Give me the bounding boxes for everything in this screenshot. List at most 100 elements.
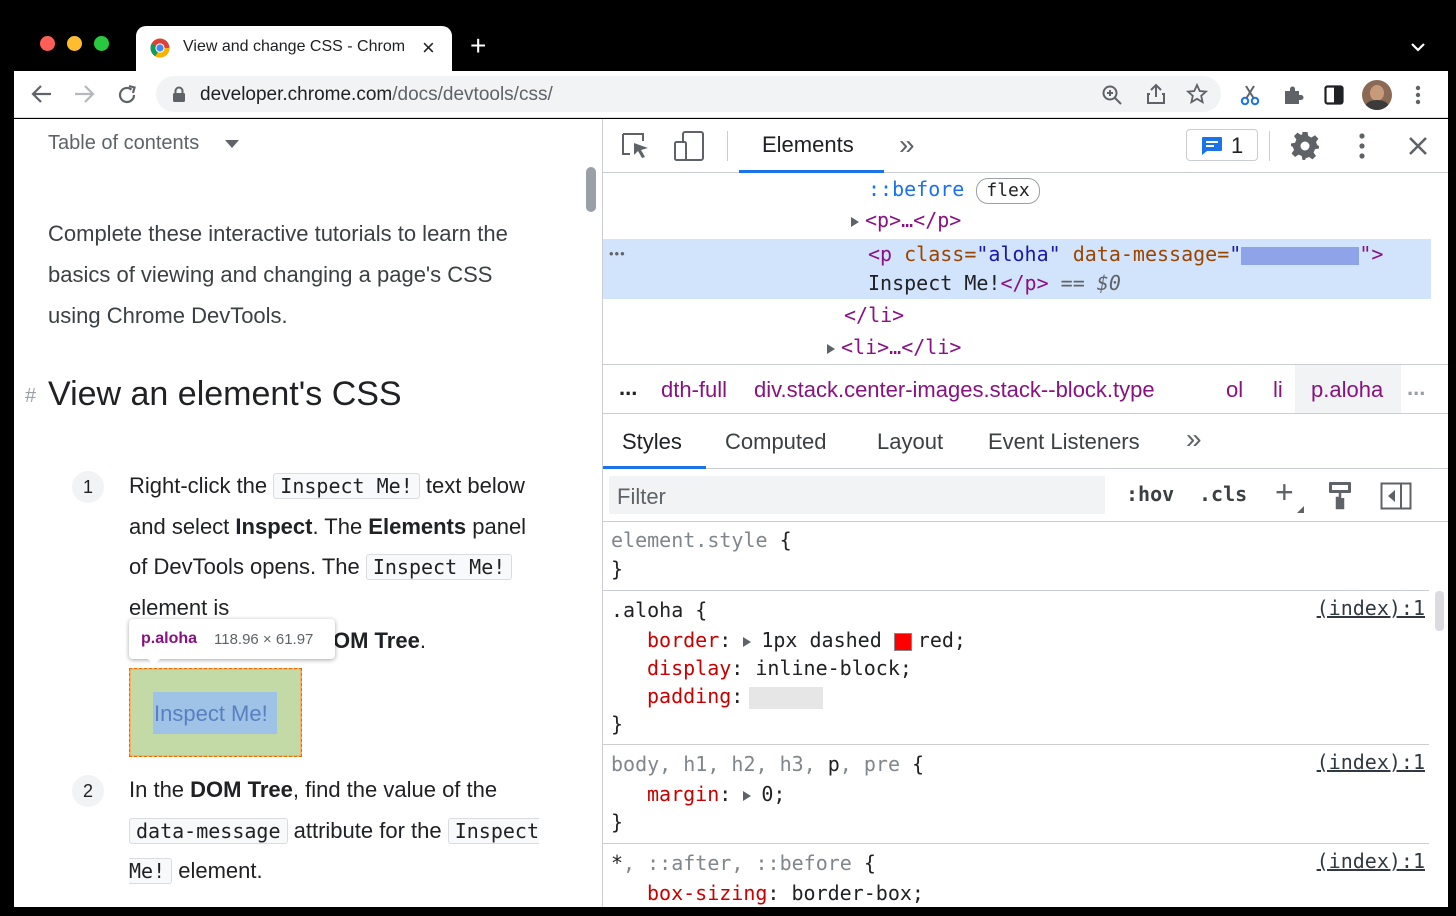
sel-open-tag: <p (868, 242, 905, 266)
node-ellipsis-icon[interactable]: ••• (609, 246, 626, 261)
step-number-1: 1 (72, 471, 104, 503)
rule-selector: element.style (611, 528, 768, 552)
rule-body-headings: body, h1, h2, h3, p, pre { (index):1 mar… (603, 746, 1429, 844)
dom-li-node[interactable]: <li>…</li> (827, 332, 961, 362)
browser-menu-icon[interactable] (1415, 84, 1421, 106)
title-bar: View and change CSS - Chrom × + (0, 0, 1456, 71)
scissors-extension-icon[interactable] (1240, 84, 1260, 106)
intro-paragraph: Complete these interactive tutorials to … (48, 221, 508, 328)
prop-value: border-box; (791, 881, 924, 905)
styles-scrollbar-thumb[interactable] (1435, 591, 1444, 631)
dom-li-close[interactable]: </li> (844, 300, 904, 330)
rule-source-link[interactable]: (index):1 (1317, 750, 1425, 774)
new-style-rule-icon[interactable]: + (1275, 474, 1294, 511)
hov-toggle[interactable]: :hov (1126, 482, 1174, 506)
paint-roller-icon[interactable] (1327, 480, 1353, 510)
device-toolbar-icon[interactable] (673, 130, 705, 162)
maximize-window-button[interactable] (94, 36, 109, 51)
dom-p-node[interactable]: <p>…</p> (851, 205, 961, 235)
reload-icon[interactable] (116, 84, 138, 106)
forward-arrow-icon[interactable] (73, 84, 95, 104)
decl-border[interactable]: border: 1px dashed red; (647, 626, 966, 654)
styles-rules-pane: element.style { } .aloha { (index):1 bor… (603, 523, 1448, 907)
tab-search-chevron-icon[interactable] (1410, 42, 1426, 52)
decl-padding[interactable]: padding: (647, 682, 824, 710)
page-scrollbar-thumb[interactable] (586, 167, 596, 212)
expand-triangle-icon[interactable] (851, 216, 859, 227)
sel-eq: == (1048, 271, 1097, 295)
breadcrumb-item[interactable]: li (1273, 377, 1283, 403)
decl-display[interactable]: display: inline-block; (647, 654, 912, 682)
decl-box-sizing[interactable]: box-sizing: border-box; (647, 879, 924, 907)
dom-before-node[interactable]: ::before flex (868, 174, 1040, 204)
tab-close-icon[interactable]: × (422, 35, 435, 61)
step-1-text: Right-click the Inspect Me! text below a… (129, 466, 549, 628)
breadcrumb-scroll-left[interactable]: ... (619, 375, 637, 401)
bookmark-star-icon[interactable] (1186, 83, 1208, 105)
prop-name: padding (647, 684, 732, 708)
rule-source-link[interactable]: (index):1 (1317, 596, 1425, 620)
expand-triangle-icon[interactable] (827, 343, 835, 354)
settings-gear-icon[interactable] (1290, 131, 1320, 161)
attr-quote-open: " (1229, 242, 1242, 266)
breadcrumb-item[interactable]: ol (1226, 377, 1243, 403)
rule-selector-match: p (827, 752, 840, 776)
subtab-event-listeners[interactable]: Event Listeners (988, 429, 1140, 455)
address-bar[interactable]: developer.chrome.com/docs/devtools/css/ (156, 76, 1221, 112)
minimize-window-button[interactable] (67, 36, 82, 51)
rule-brace-open: { (851, 851, 876, 875)
zoom-icon[interactable] (1101, 84, 1123, 106)
breadcrumb-selected[interactable]: p.aloha (1295, 365, 1401, 413)
inspect-element-icon[interactable] (621, 132, 651, 160)
side-panel-icon[interactable] (1324, 85, 1344, 105)
flex-badge[interactable]: flex (976, 178, 1040, 204)
more-tabs-icon[interactable]: » (899, 129, 915, 161)
back-arrow-icon[interactable] (31, 84, 53, 104)
table-of-contents-toggle[interactable]: Table of contents (48, 132, 239, 155)
close-window-button[interactable] (40, 36, 55, 51)
filter-placeholder: Filter (617, 484, 666, 509)
subtab-layout[interactable]: Layout (877, 429, 943, 455)
tab-elements[interactable]: Elements (739, 119, 884, 173)
profile-avatar[interactable] (1362, 80, 1392, 110)
inspect-me-element[interactable]: Inspect Me! (129, 668, 302, 757)
heading-anchor-link[interactable]: # (25, 385, 36, 408)
close-devtools-icon[interactable] (1407, 135, 1429, 157)
p-collapsed-tag: <p>…</p> (865, 208, 962, 232)
subtab-computed[interactable]: Computed (725, 429, 827, 455)
expand-triangle-icon[interactable] (743, 636, 752, 647)
element-tooltip: p.aloha 118.96 × 61.97 (129, 619, 335, 659)
rule-brace-open: { (683, 598, 708, 622)
lock-icon (173, 86, 185, 102)
prop-value: 0; (761, 782, 786, 806)
prop-name: border (647, 628, 720, 652)
breadcrumb-item[interactable]: div.stack.center-images.stack--block.typ… (754, 377, 1155, 403)
breadcrumb-item[interactable]: dth-full (661, 377, 727, 403)
devtools-menu-icon[interactable] (1359, 131, 1365, 161)
inspect-me-text: Inspect Me! (154, 701, 268, 726)
browser-tab[interactable]: View and change CSS - Chrom × (136, 26, 452, 71)
cls-toggle[interactable]: .cls (1199, 482, 1247, 506)
extensions-puzzle-icon[interactable] (1282, 84, 1304, 106)
issues-button[interactable]: 1 (1186, 129, 1258, 161)
new-tab-icon[interactable]: + (470, 32, 486, 60)
styles-filter-input[interactable]: Filter (609, 476, 1105, 514)
toggle-sidebar-icon[interactable] (1380, 482, 1412, 510)
subtab-styles[interactable]: Styles (603, 415, 706, 469)
color-swatch[interactable] (893, 632, 912, 651)
dom-selected-node[interactable]: ••• <p class="aloha" data-message=" "> In… (603, 239, 1431, 299)
more-subtabs-icon[interactable]: » (1186, 423, 1202, 455)
step-2-text: In the DOM Tree, find the value of the d… (129, 770, 549, 892)
expand-triangle-icon[interactable] (743, 790, 752, 801)
rule-aloha: .aloha { (index):1 border: 1px dashed re… (603, 592, 1429, 745)
tooltip-selector: p.aloha (141, 630, 198, 647)
decl-margin[interactable]: margin: 0; (647, 780, 785, 808)
breadcrumb-scroll-right[interactable]: ... (1407, 375, 1425, 401)
share-icon[interactable] (1146, 83, 1166, 105)
prop-value: inline-block; (755, 656, 912, 680)
step1-bold-b: Elements (368, 513, 467, 539)
prop-name: margin (647, 782, 720, 806)
toc-label: Table of contents (48, 132, 200, 154)
step1-bold-a: Inspect (235, 513, 313, 539)
rule-source-link[interactable]: (index):1 (1317, 849, 1425, 873)
